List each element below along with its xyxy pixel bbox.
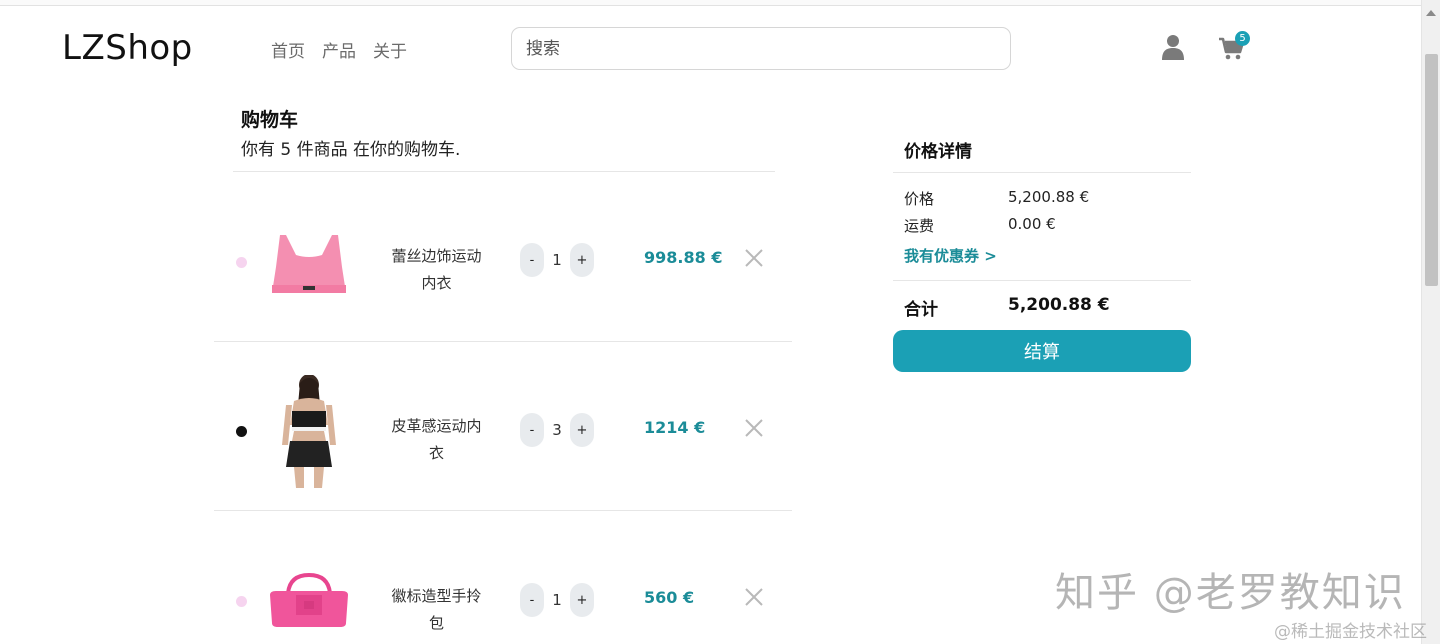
product-image-handbag[interactable] [266, 571, 352, 631]
color-swatch [236, 596, 247, 607]
color-swatch [236, 426, 247, 437]
cart-item-row: 徽标造型手拎 包 - 1 + 560 € [214, 511, 792, 644]
product-name[interactable]: 蕾丝边饰运动 内衣 [384, 243, 489, 297]
watermark: 知乎 @老罗教知识 [1055, 570, 1406, 616]
top-border [0, 0, 1422, 6]
cart-subtitle: 你有 5 件商品 在你的购物车. [241, 140, 461, 160]
item-price: 1214 € [644, 418, 706, 437]
remove-item-button[interactable] [742, 246, 766, 270]
scrollbar-thumb[interactable] [1425, 54, 1438, 286]
summary-title: 价格详情 [904, 142, 972, 162]
price-value: 5,200.88 € [1008, 188, 1090, 206]
cart-title: 购物车 [241, 109, 299, 131]
price-label: 价格 [904, 190, 935, 208]
item-price: 560 € [644, 588, 695, 607]
color-swatch [236, 257, 247, 268]
total-value: 5,200.88 € [1008, 295, 1110, 315]
shipping-label: 运费 [904, 217, 935, 235]
logo[interactable]: LZShop [62, 28, 193, 68]
cart-item-row: 皮革感运动内 衣 - 3 + 1214 € [214, 342, 792, 512]
scroll-up-arrow-icon[interactable] [1426, 10, 1436, 16]
close-icon [745, 419, 763, 437]
cart-item-row: 蕾丝边饰运动 内衣 - 1 + 998.88 € [214, 172, 792, 342]
scrollbar[interactable] [1421, 0, 1440, 644]
search-input[interactable] [511, 27, 1011, 70]
quantity-value: 3 [552, 421, 562, 439]
product-name[interactable]: 皮革感运动内 衣 [384, 413, 489, 467]
main-nav: 首页 产品 关于 [271, 37, 407, 62]
nav-about-link[interactable]: 关于 [373, 37, 407, 62]
close-icon [745, 588, 763, 606]
increase-qty-button[interactable]: + [570, 243, 594, 277]
summary-total-row: 合计 5,200.88 € [904, 295, 1110, 320]
watermark-sub: @稀土掘金技术社区 [1274, 622, 1427, 642]
product-image-leather-bra[interactable] [266, 374, 352, 488]
item-price: 998.88 € [644, 248, 723, 267]
quantity-stepper: - 1 + [520, 243, 594, 277]
nav-home-link[interactable]: 首页 [271, 37, 305, 62]
increase-qty-button[interactable]: + [570, 413, 594, 447]
quantity-value: 1 [552, 591, 562, 609]
decrease-qty-button[interactable]: - [520, 413, 544, 447]
checkout-button[interactable]: 结算 [893, 330, 1191, 372]
summary-shipping-row: 运费 0.00 € [904, 215, 1056, 236]
quantity-value: 1 [552, 251, 562, 269]
summary-price-row: 价格 5,200.88 € [904, 188, 1089, 209]
decrease-qty-button[interactable]: - [520, 243, 544, 277]
coupon-link[interactable]: 我有优惠券 > [904, 245, 997, 266]
shipping-value: 0.00 € [1008, 215, 1056, 233]
decrease-qty-button[interactable]: - [520, 583, 544, 617]
product-image-lace-bra[interactable] [266, 227, 352, 297]
increase-qty-button[interactable]: + [570, 583, 594, 617]
close-icon [745, 249, 763, 267]
remove-item-button[interactable] [742, 585, 766, 609]
total-label: 合计 [904, 300, 938, 320]
divider [893, 172, 1191, 173]
user-icon[interactable] [1161, 34, 1185, 60]
product-name[interactable]: 徽标造型手拎 包 [384, 583, 489, 637]
quantity-stepper: - 1 + [520, 583, 594, 617]
quantity-stepper: - 3 + [520, 413, 594, 447]
divider [893, 280, 1191, 281]
nav-products-link[interactable]: 产品 [322, 37, 356, 62]
remove-item-button[interactable] [742, 416, 766, 440]
cart-count-badge: 5 [1235, 31, 1250, 46]
